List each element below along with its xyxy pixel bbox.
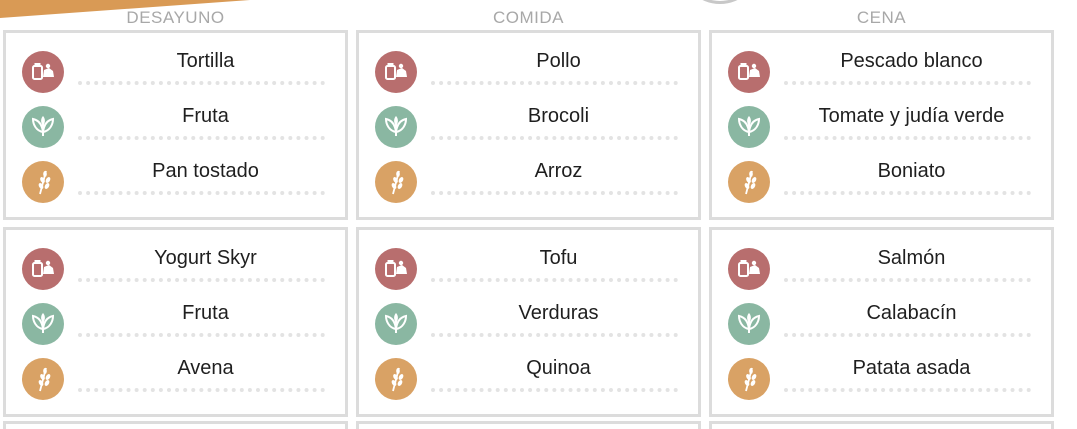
dotted-line <box>431 278 678 282</box>
food-name: Patata asada <box>852 357 971 379</box>
food-name: Pescado blanco <box>840 50 983 72</box>
food-row-carb: Pan tostado <box>6 156 345 211</box>
protein-icon <box>728 51 770 93</box>
food-name: Pollo <box>536 50 581 72</box>
food-name: Tortilla <box>176 50 235 72</box>
wheat-icon <box>22 161 64 203</box>
dotted-line <box>784 81 1031 85</box>
food-row-protein: Tortilla <box>6 46 345 101</box>
dotted-line <box>78 388 325 392</box>
leaf-icon <box>22 303 64 345</box>
dotted-line <box>431 191 678 195</box>
food-row-veg: Fruta <box>6 101 345 156</box>
food-name: Fruta <box>182 302 229 324</box>
food-row-veg: Verduras <box>359 298 698 353</box>
food-name: Calabacín <box>866 302 957 324</box>
food-row-veg: Tomate y judía verde <box>712 101 1051 156</box>
food-row-protein: Pollo <box>359 46 698 101</box>
food-row-protein: Tofu <box>359 243 698 298</box>
food-row-carb: Patata asada <box>712 353 1051 408</box>
food-name: Boniato <box>877 160 946 182</box>
wheat-icon <box>375 161 417 203</box>
protein-icon <box>375 248 417 290</box>
food-row-carb: Avena <box>6 353 345 408</box>
food-row-veg: Brocoli <box>359 101 698 156</box>
column-header-comida: COMIDA <box>493 8 564 27</box>
food-name: Fruta <box>182 105 229 127</box>
next-card-edge <box>3 421 348 429</box>
column-header-cena: CENA <box>856 8 907 27</box>
food-row-carb: Quinoa <box>359 353 698 408</box>
food-name: Salmón <box>877 247 946 269</box>
wheat-icon <box>728 358 770 400</box>
food-row-veg: Fruta <box>6 298 345 353</box>
food-name: Brocoli <box>527 105 590 127</box>
food-name: Arroz <box>534 160 583 182</box>
decorative-arc <box>680 0 760 4</box>
leaf-icon <box>728 303 770 345</box>
meal-card-comida: Pollo Brocoli Arroz <box>356 30 701 220</box>
food-row-carb: Arroz <box>359 156 698 211</box>
dotted-line <box>431 333 678 337</box>
dotted-line <box>431 388 678 392</box>
wheat-icon <box>22 358 64 400</box>
next-card-edge <box>709 421 1054 429</box>
dotted-line <box>431 81 678 85</box>
food-name: Verduras <box>518 302 599 324</box>
leaf-icon <box>375 303 417 345</box>
food-row-carb: Boniato <box>712 156 1051 211</box>
food-name: Avena <box>177 357 234 379</box>
dotted-line <box>78 191 325 195</box>
food-name: Quinoa <box>526 357 591 379</box>
dotted-line <box>784 388 1031 392</box>
food-row-protein: Pescado blanco <box>712 46 1051 101</box>
column-header-desayuno: DESAYUNO <box>126 8 225 27</box>
next-card-edge <box>356 421 701 429</box>
meal-card-comida: Tofu Verduras Quinoa <box>356 227 701 417</box>
protein-icon <box>375 51 417 93</box>
dotted-line <box>431 136 678 140</box>
food-row-protein: Yogurt Skyr <box>6 243 345 298</box>
dotted-line <box>78 81 325 85</box>
dotted-line <box>784 278 1031 282</box>
dotted-line <box>784 333 1031 337</box>
leaf-icon <box>22 106 64 148</box>
protein-icon <box>22 248 64 290</box>
meal-card-desayuno: Yogurt Skyr Fruta Avena <box>3 227 348 417</box>
dotted-line <box>784 136 1031 140</box>
meal-card-cena: Salmón Calabacín Patata asada <box>709 227 1054 417</box>
meal-card-cena: Pescado blanco Tomate y judía verde Boniat… <box>709 30 1054 220</box>
food-row-veg: Calabacín <box>712 298 1051 353</box>
leaf-icon <box>728 106 770 148</box>
dotted-line <box>78 136 325 140</box>
leaf-icon <box>375 106 417 148</box>
food-name: Tofu <box>539 247 578 269</box>
protein-icon <box>728 248 770 290</box>
food-row-protein: Salmón <box>712 243 1051 298</box>
food-name: Yogurt Skyr <box>154 247 257 269</box>
dotted-line <box>784 191 1031 195</box>
wheat-icon <box>375 358 417 400</box>
meal-card-desayuno: Tortilla Fruta Pan tostado <box>3 30 348 220</box>
dotted-line <box>78 333 325 337</box>
protein-icon <box>22 51 64 93</box>
food-name: Tomate y judía verde <box>818 105 1005 127</box>
food-name: Pan tostado <box>152 160 259 182</box>
wheat-icon <box>728 161 770 203</box>
dotted-line <box>78 278 325 282</box>
